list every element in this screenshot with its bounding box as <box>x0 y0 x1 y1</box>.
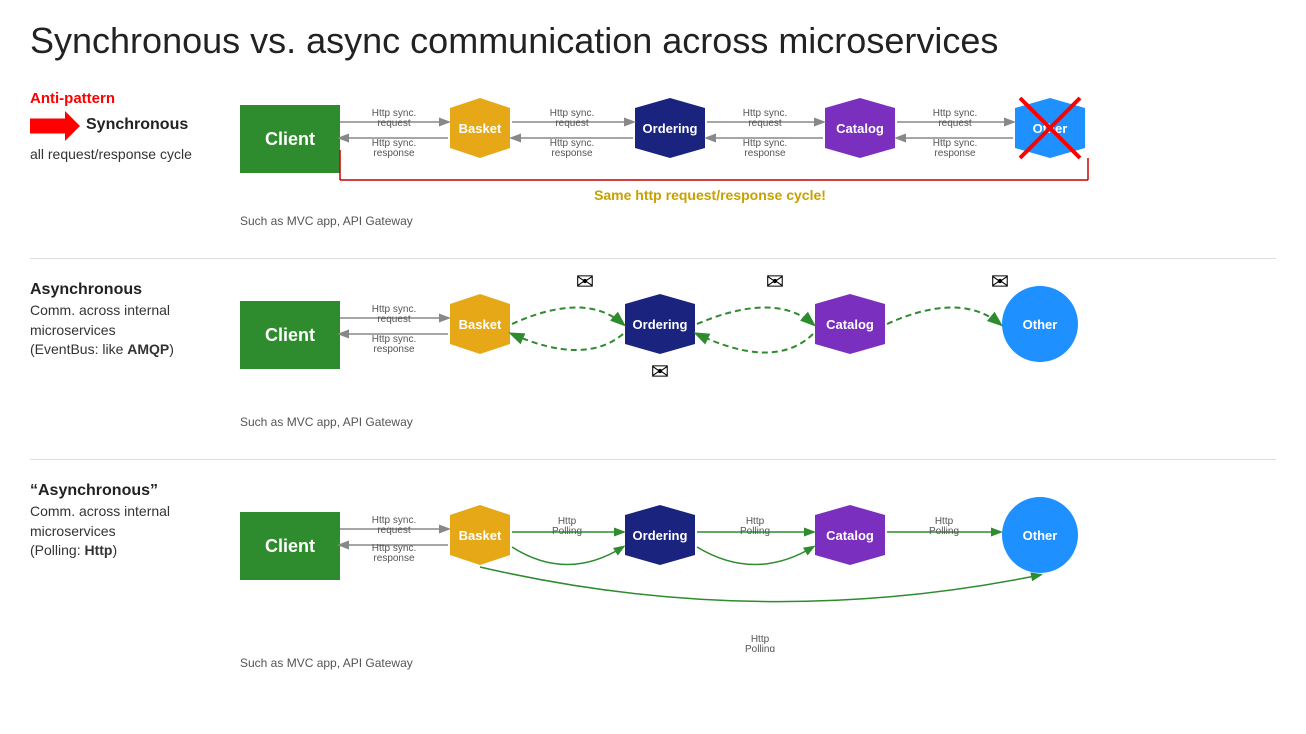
o-c-bot-label2: response <box>744 148 786 159</box>
section3: “Asynchronous” Comm. across internal mic… <box>30 472 1276 670</box>
section1-label: Anti-pattern Synchronous all request/res… <box>30 80 230 165</box>
s3-big-arc-pol2: Polling <box>745 644 775 652</box>
same-cycle-text: Same http request/response cycle! <box>594 187 826 203</box>
client-label2: Client <box>265 325 315 345</box>
section3-desc2: (Polling: Http) <box>30 541 230 561</box>
ordering-label2: Ordering <box>633 317 688 332</box>
section3-svg: Client Basket Ordering Catalog Other Htt… <box>230 472 1150 652</box>
basket-label: Basket <box>459 121 502 136</box>
arrow-red-icon <box>30 111 80 141</box>
catalog-label: Catalog <box>836 121 884 136</box>
divider1 <box>30 258 1276 259</box>
ordering-label3: Ordering <box>633 528 688 543</box>
s2-c-b-bot-l2: response <box>373 344 415 355</box>
s3-big-arc <box>480 567 1040 602</box>
section2-sublabel: Such as MVC app, API Gateway <box>240 415 1276 429</box>
section1-svg: Client Basket Ordering Catalog Other Htt… <box>230 80 1130 210</box>
c-ot-bot-label2: response <box>934 148 976 159</box>
envelope3: ✉ <box>991 271 1009 294</box>
section2: Asynchronous Comm. across internal micro… <box>30 271 1276 429</box>
other-label3: Other <box>1023 528 1058 543</box>
s3-o-c-pol2: Polling <box>740 526 770 537</box>
divider2 <box>30 459 1276 460</box>
c-b-bot-label2: response <box>373 148 415 159</box>
s3-b-o-arc-bot <box>512 547 623 565</box>
basket-label2: Basket <box>459 317 502 332</box>
client-label3: Client <box>265 536 315 556</box>
s3-c-ot-pol2: Polling <box>929 526 959 537</box>
section2-svg: Client Basket Ordering Catalog Other Htt… <box>230 271 1130 411</box>
section3-diagram: Client Basket Ordering Catalog Other Htt… <box>230 472 1276 670</box>
basket-label3: Basket <box>459 528 502 543</box>
s2-c-o-bot <box>697 334 813 353</box>
envelope4: ✉ <box>651 359 669 384</box>
section2-desc2: (EventBus: like AMQP) <box>30 340 230 360</box>
anti-pattern-label: Anti-pattern <box>30 90 230 107</box>
b-o-bot-label2: response <box>551 148 593 159</box>
s2-o-c-top <box>697 308 813 325</box>
envelope2: ✉ <box>766 271 784 294</box>
section1-desc: all request/response cycle <box>30 145 230 165</box>
o-c-top-label2: request <box>748 118 782 129</box>
section1-diagram: Client Basket Ordering Catalog Other Htt… <box>230 80 1276 228</box>
s3-o-c-arc-bot <box>697 547 813 565</box>
s2-o-b-bot <box>512 334 623 350</box>
catalog-label3: Catalog <box>826 528 874 543</box>
catalog-label2: Catalog <box>826 317 874 332</box>
s2-b-o-top <box>512 308 623 325</box>
c-b-top-label2: request <box>377 118 411 129</box>
section2-diagram: Client Basket Ordering Catalog Other Htt… <box>230 271 1276 429</box>
s2-c-b-top-l2: request <box>377 314 411 325</box>
section1-title: Synchronous <box>86 116 188 134</box>
client-label: Client <box>265 129 315 149</box>
envelope1: ✉ <box>576 271 594 294</box>
section1: Anti-pattern Synchronous all request/res… <box>30 80 1276 228</box>
section3-sublabel: Such as MVC app, API Gateway <box>240 656 1276 670</box>
other-label2: Other <box>1023 317 1058 332</box>
ordering-label: Ordering <box>643 121 698 136</box>
section2-desc: Comm. across internal microservices <box>30 301 230 340</box>
c-ot-top-label2: request <box>938 118 972 129</box>
s2-c-ot-top <box>887 308 1000 325</box>
s3-b-o-pol2: Polling <box>552 526 582 537</box>
b-o-top-label2: request <box>555 118 589 129</box>
s3-c-b-bot-l2: response <box>373 553 415 564</box>
section3-desc: Comm. across internal microservices <box>30 502 230 541</box>
section1-sublabel: Such as MVC app, API Gateway <box>240 214 1276 228</box>
section2-label: Asynchronous Comm. across internal micro… <box>30 271 230 360</box>
section2-title: Asynchronous <box>30 281 230 299</box>
page-title: Synchronous vs. async communication acro… <box>30 20 1276 62</box>
section3-label: “Asynchronous” Comm. across internal mic… <box>30 472 230 561</box>
section3-title: “Asynchronous” <box>30 482 230 500</box>
s3-c-b-top-l2: request <box>377 525 411 536</box>
